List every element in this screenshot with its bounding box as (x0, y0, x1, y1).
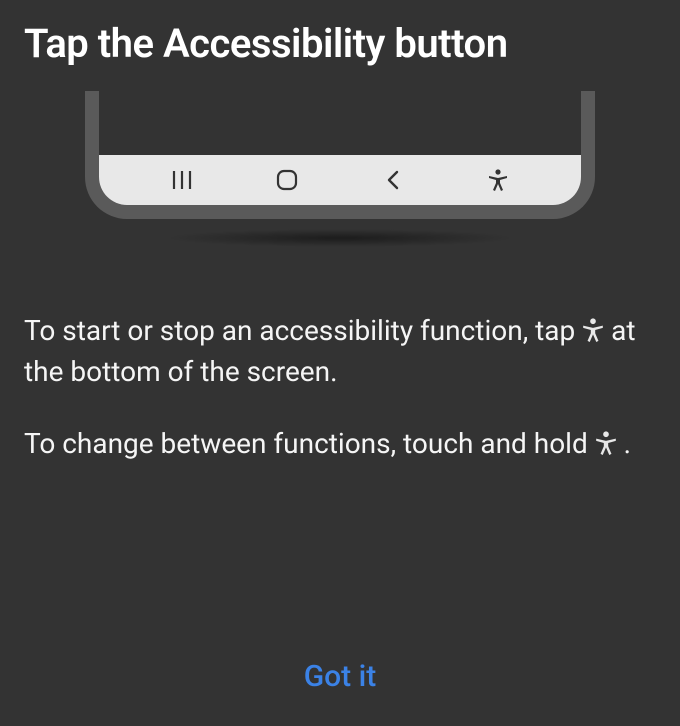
nav-back-icon (340, 170, 446, 190)
instruction-line-2: To change between functions, touch and h… (24, 424, 656, 465)
accessibility-icon (595, 431, 617, 455)
nav-home-icon (235, 169, 341, 191)
accessibility-icon (582, 318, 604, 342)
instruction-line-1: To start or stop an accessibility functi… (24, 311, 656, 392)
instruction-line-2b: . (624, 427, 631, 460)
phone-navbar (99, 155, 581, 205)
instruction-line-1a: To start or stop an accessibility functi… (24, 314, 582, 347)
nav-accessibility-icon (446, 169, 552, 191)
page-title: Tap the Accessibility button (24, 20, 656, 67)
phone-illustration (24, 91, 656, 251)
nav-recents-icon (129, 170, 235, 190)
phone-shadow (165, 229, 515, 247)
got-it-button[interactable]: Got it (284, 651, 397, 702)
instruction-line-2a: To change between functions, touch and h… (24, 427, 595, 460)
